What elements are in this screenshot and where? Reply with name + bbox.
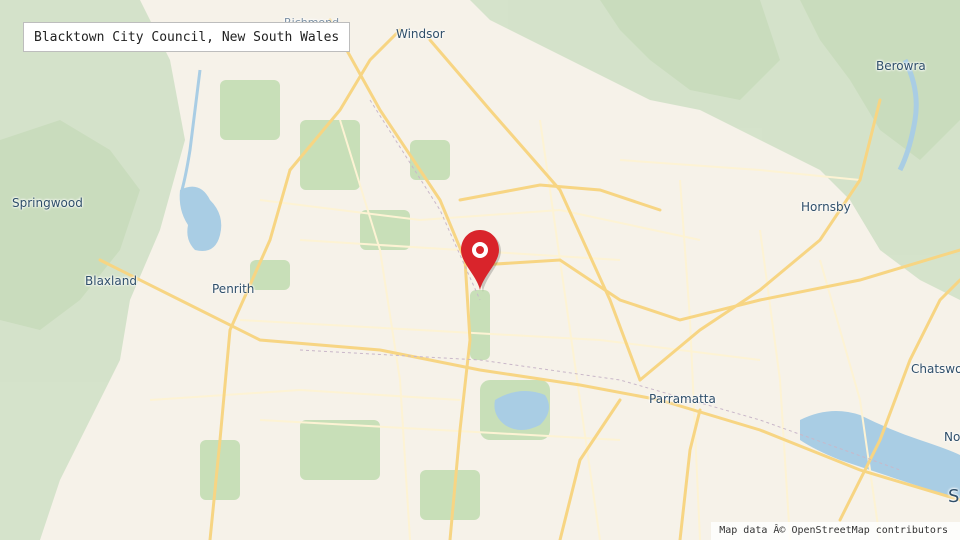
- place-label-hornsby: Hornsby: [801, 200, 851, 214]
- place-label-north-sydney: No: [944, 430, 960, 444]
- map-attribution[interactable]: Map data Â© OpenStreetMap contributors: [711, 522, 960, 540]
- place-label-springwood: Springwood: [12, 196, 83, 210]
- map-title: Blacktown City Council, New South Wales: [23, 22, 351, 52]
- place-label-sydney: S: [948, 486, 960, 507]
- location-pin-icon[interactable]: [457, 228, 503, 294]
- place-label-berowra: Berowra: [876, 59, 926, 73]
- place-label-chatswood: Chatswo: [911, 362, 960, 376]
- place-label-penrith: Penrith: [212, 282, 255, 296]
- place-label-blaxland: Blaxland: [85, 274, 137, 288]
- place-label-windsor: Windsor: [396, 27, 445, 41]
- place-label-parramatta: Parramatta: [649, 392, 716, 406]
